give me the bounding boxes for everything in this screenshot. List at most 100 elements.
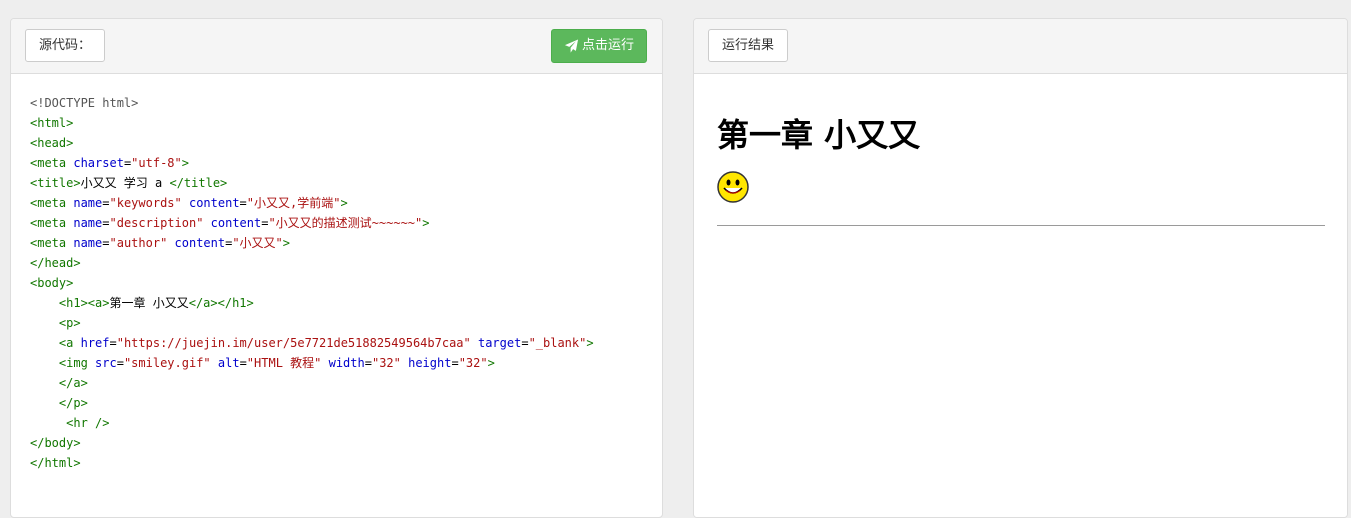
code-line: <img src="smiley.gif" alt="HTML 教程" widt… [30,353,594,373]
source-code-panel-header: 源代码： 点击运行 [11,19,662,74]
code-token: <meta [30,216,74,230]
code-token: content [181,196,240,210]
code-token: <html> [30,116,74,130]
code-line: <html> [30,113,594,133]
code-line: <a href="https://juejin.im/user/5e7721de… [30,333,594,353]
code-line: <h1><a>第一章 小又又</a></h1> [30,293,594,313]
code-token: "description" [109,216,204,230]
result-panel-header: 运行结果 [694,19,1347,74]
code-token: <h1><a> [58,296,110,310]
code-token: target [470,336,522,350]
code-token: charset [73,156,124,170]
code-line: <hr /> [30,413,594,433]
code-token: = [109,336,117,350]
code-line: <meta name="keywords" content="小又又,学前端"> [30,193,594,213]
code-token: > [282,236,291,250]
run-button-label: 点击运行 [581,38,634,53]
code-line: </html> [30,453,594,473]
code-line: </a> [30,373,594,393]
smiley-icon [717,171,749,203]
code-line: <!DOCTYPE html> [30,93,594,113]
smiley-link[interactable] [717,171,749,203]
code-token: <title> [30,176,81,190]
result-panel: 运行结果 第一章 小又又 [693,18,1348,518]
code-token: </body> [30,436,81,450]
code-token: 小又又 学习 a [80,176,170,190]
code-token: </head> [30,256,81,270]
result-label: 运行结果 [708,29,789,62]
source-code-panel: 源代码： 点击运行 <!DOCTYPE html> <html> <head> <me… [10,18,663,518]
source-code-label: 源代码： [25,29,106,62]
code-token: = [239,196,247,210]
code-token: alt [210,356,240,370]
code-token: "keywords" [109,196,182,210]
code-token: </a> [58,376,88,390]
code-token: <meta [30,196,74,210]
code-token: > [586,336,594,350]
code-line: <meta name="description" content="小又又的描述… [30,213,594,233]
code-token: height [400,356,452,370]
code-line: <meta charset="utf-8"> [30,153,594,173]
code-token: <head> [30,136,74,150]
code-token: "https://juejin.im/user/5e7721de51882549… [116,336,471,350]
code-token: = [364,356,372,370]
code-token: <!DOCTYPE html> [30,96,139,110]
code-token: "utf-8" [131,156,182,170]
code-token: name [73,216,103,230]
code-token: = [102,216,110,230]
code-token: </title> [169,176,228,190]
code-token: width [321,356,365,370]
code-token: "HTML 教程" [246,356,322,370]
code-line: <title>小又又 学习 a </title> [30,173,594,193]
code-line: </body> [30,433,594,453]
code-token: > [422,216,430,230]
code-token: <hr /> [66,416,110,430]
code-token: name [73,236,103,250]
code-token: <a [58,336,81,350]
code-line: </p> [30,393,594,413]
code-token: = [102,196,110,210]
run-button[interactable]: 点击运行 [550,29,647,63]
code-token: "author" [109,236,168,250]
result-heading: 第一章 小又又 [717,116,921,154]
code-token: </a></h1> [188,296,254,310]
code-token: <meta [30,236,74,250]
code-token: > [340,196,348,210]
code-token: src [95,356,117,370]
code-token: = [239,356,247,370]
code-token: content [203,216,262,230]
horizontal-rule [717,225,1325,226]
code-token: "32" [371,356,401,370]
code-line: <head> [30,133,594,153]
code-line: <meta name="author" content="小又又"> [30,233,594,253]
code-token: "小又又,学前端" [246,196,341,210]
code-token: <meta [30,156,74,170]
code-token: href [80,336,110,350]
code-line: <body> [30,273,594,293]
code-token: "小又又" [232,236,283,250]
code-line: <p> [30,313,594,333]
code-token: <body> [30,276,74,290]
code-token: "32" [458,356,488,370]
code-token: name [73,196,103,210]
code-token: <p> [58,316,81,330]
code-token: 第一章 小又又 [109,296,189,310]
code-token: > [181,156,189,170]
code-token: </html> [30,456,81,470]
code-token: "smiley.gif" [123,356,211,370]
code-token: = [102,236,110,250]
code-token: "小又又的描述测试~~~~~~" [268,216,423,230]
result-frame: 第一章 小又又 [694,75,1347,517]
code-token: content [167,236,226,250]
code-token: <img [58,356,96,370]
code-token: > [487,356,495,370]
code-editor[interactable]: <!DOCTYPE html> <html> <head> <meta charset… [30,93,594,473]
code-token: = [521,336,529,350]
